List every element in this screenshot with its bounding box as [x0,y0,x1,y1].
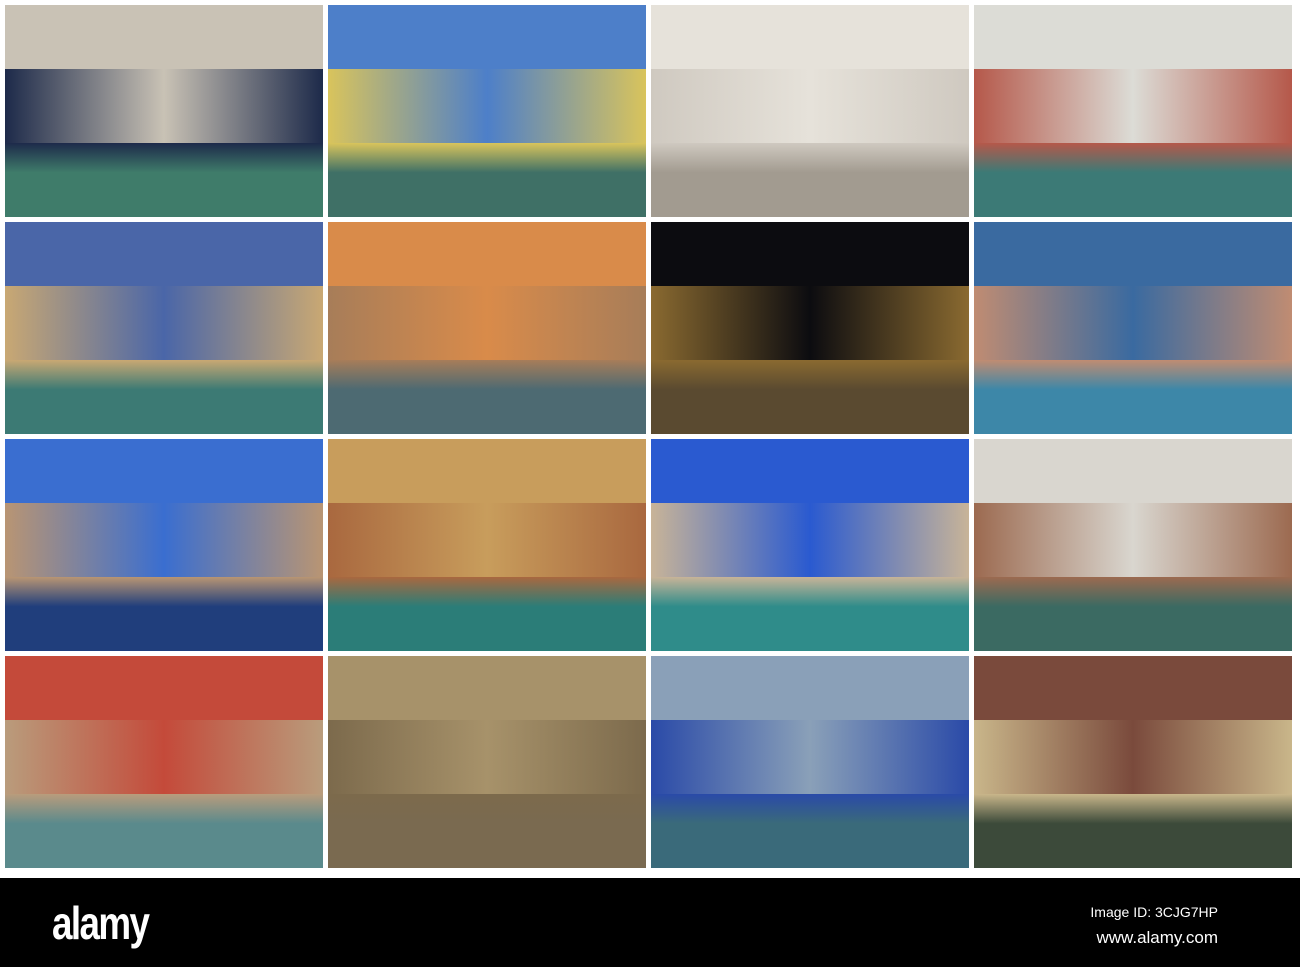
venice-photo-14 [328,656,646,868]
photo-region-bld [5,719,323,794]
photo-region-wat [328,142,646,217]
photo-region-bld [974,719,1292,794]
photo-region-bld [328,719,646,794]
photo-region-bld [974,502,1292,577]
photo-region-bld [651,68,969,143]
venice-photo-6 [328,222,646,434]
photo-region-sky [328,5,646,69]
photo-region-wat [5,793,323,868]
venice-photo-16 [974,656,1292,868]
photo-region-bld [5,502,323,577]
photo-region-sky [651,222,969,286]
venice-photo-15 [651,656,969,868]
photo-region-wat [5,142,323,217]
venice-photo-10 [328,439,646,651]
photo-region-sky [5,656,323,720]
photo-region-bld [651,285,969,360]
photo-region-sky [651,439,969,503]
photo-region-wat [974,793,1292,868]
photo-region-wat [974,359,1292,434]
photo-region-bld [974,68,1292,143]
photo-region-sky [328,656,646,720]
photo-region-wat [651,576,969,651]
venice-photo-3 [651,5,969,217]
photo-region-bld [974,285,1292,360]
photo-region-sky [328,439,646,503]
photo-region-sky [651,656,969,720]
venice-photo-4 [974,5,1292,217]
photo-region-sky [974,222,1292,286]
venice-photo-9 [5,439,323,651]
photo-region-wat [328,576,646,651]
photo-region-sky [974,656,1292,720]
photo-region-sky [5,222,323,286]
venice-photo-8 [974,222,1292,434]
photo-region-sky [328,222,646,286]
photo-region-wat [328,359,646,434]
venice-photo-5 [5,222,323,434]
photo-region-bld [328,285,646,360]
photo-region-wat [5,359,323,434]
photo-region-sky [5,439,323,503]
venice-photo-7 [651,222,969,434]
photo-region-sky [5,5,323,69]
photo-collage [5,5,1292,869]
photo-region-sky [974,439,1292,503]
photo-region-wat [974,576,1292,651]
venice-photo-13 [5,656,323,868]
photo-region-wat [651,793,969,868]
photo-region-wat [651,142,969,217]
photo-region-wat [651,359,969,434]
venice-photo-2 [328,5,646,217]
photo-region-bld [328,502,646,577]
photo-region-sky [651,5,969,69]
image-id: Image ID: 3CJG7HP [1090,904,1218,920]
photo-region-wat [974,142,1292,217]
photo-region-wat [328,793,646,868]
photo-region-bld [651,719,969,794]
venice-photo-11 [651,439,969,651]
photo-region-bld [5,68,323,143]
site-url: www.alamy.com [1096,928,1218,947]
venice-photo-1 [5,5,323,217]
photo-region-bld [5,285,323,360]
photo-region-bld [651,502,969,577]
photo-region-bld [328,68,646,143]
photo-region-sky [974,5,1292,69]
watermark-bar: alamy Image ID: 3CJG7HP www.alamy.com [0,878,1300,967]
photo-region-wat [5,576,323,651]
alamy-logo: alamy [52,897,150,949]
venice-photo-12 [974,439,1292,651]
